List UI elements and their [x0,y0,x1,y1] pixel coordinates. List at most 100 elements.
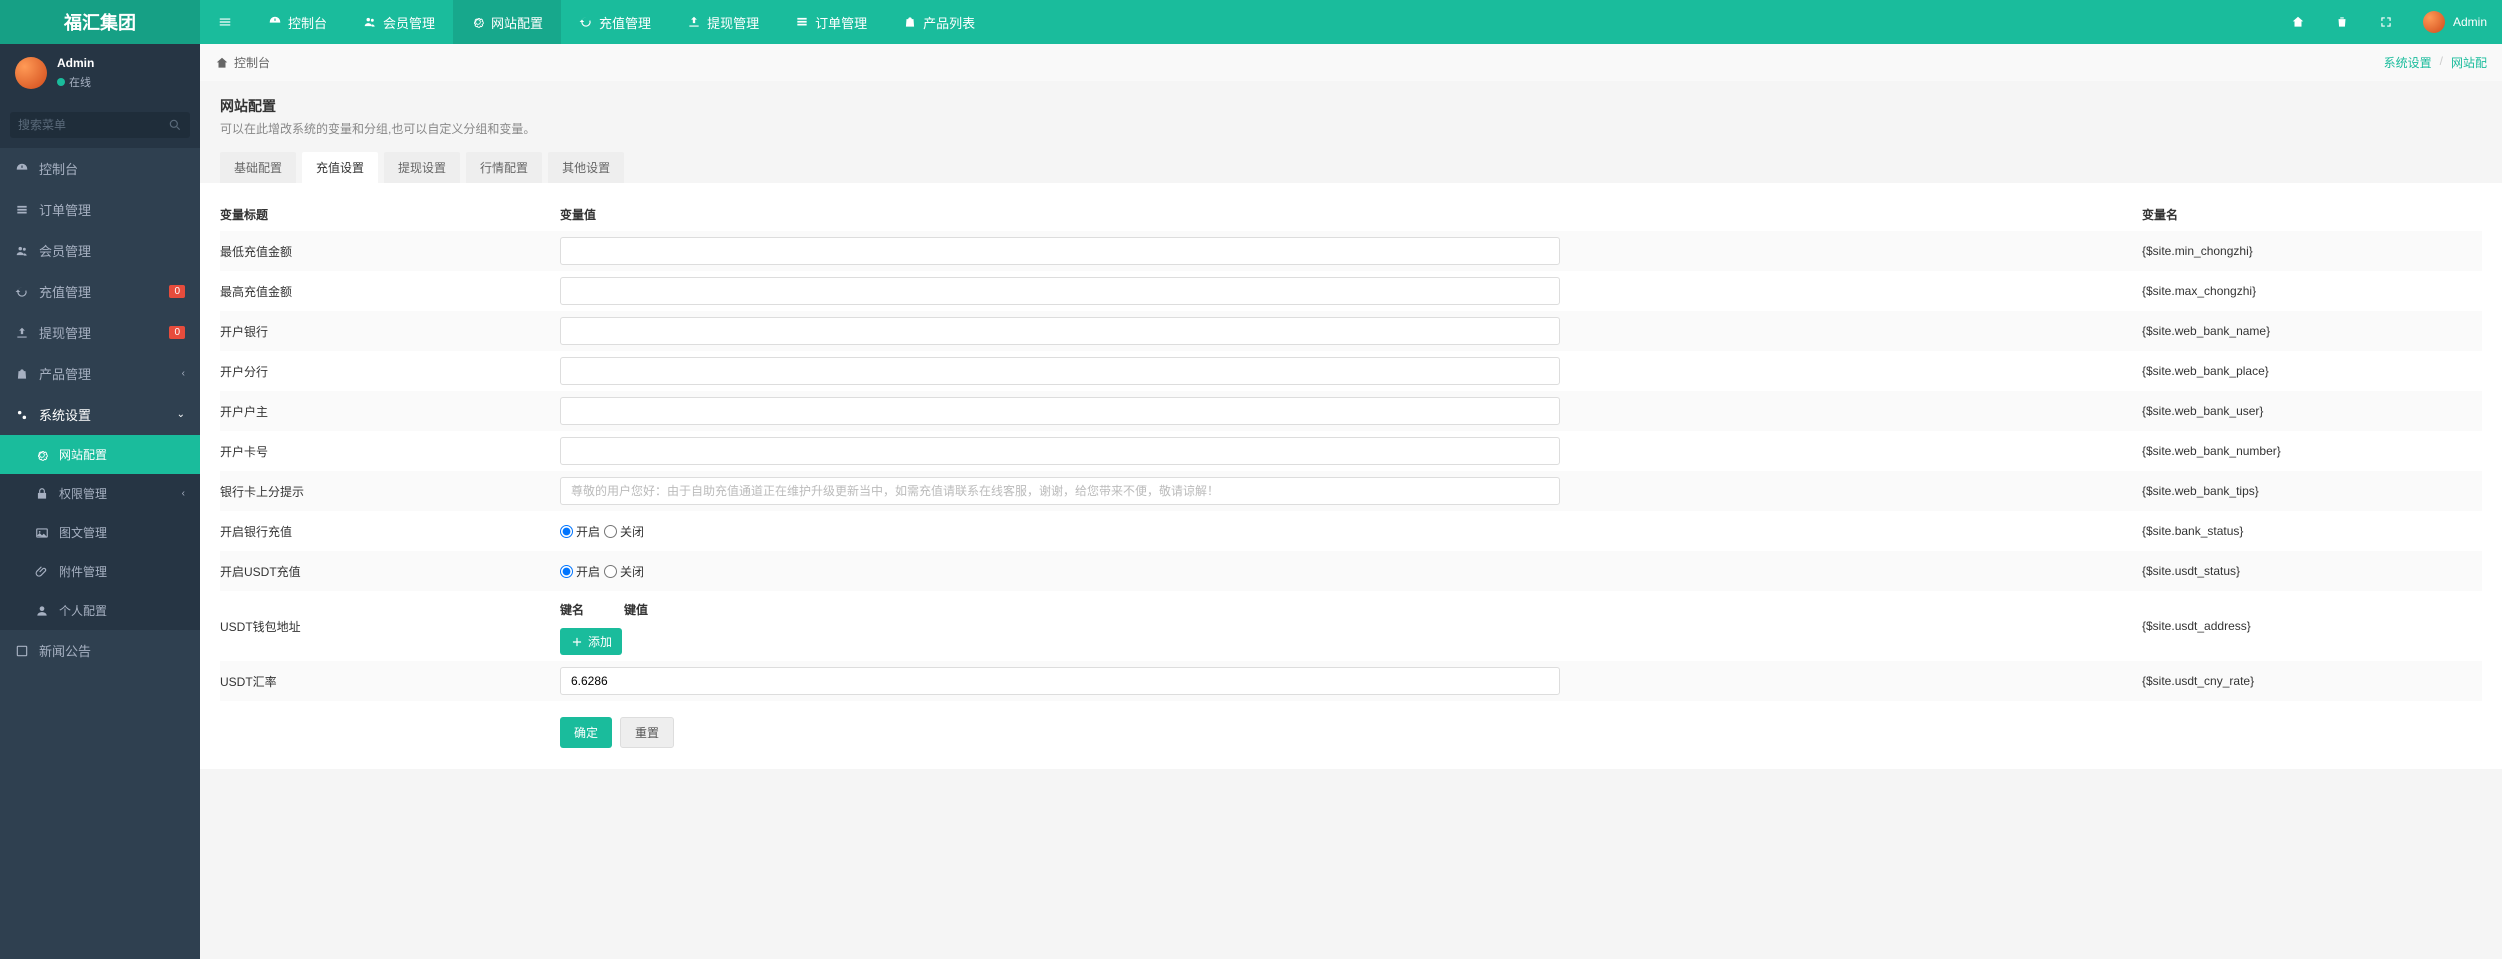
sidebar-item-网站配置[interactable]: 网站配置 [0,435,200,474]
home-icon [2291,15,2305,29]
topnav-refresh[interactable]: 充值管理 [561,0,669,44]
bag-icon [15,367,29,381]
input-6[interactable] [560,477,1560,505]
topnav-users[interactable]: 会员管理 [345,0,453,44]
row-var: {$site.usdt_address} [2142,619,2482,633]
input-3[interactable] [560,357,1560,385]
input-2[interactable] [560,317,1560,345]
add-kv-button[interactable]: 添加 [560,628,622,655]
users-icon [363,15,377,29]
status-dot-icon [57,78,65,86]
row-label: USDT汇率 [220,673,560,690]
sidebar-item-新闻公告[interactable]: 新闻公告 [0,630,200,671]
image-icon [35,526,49,540]
row-label: 银行卡上分提示 [220,483,560,500]
input-0[interactable] [560,237,1560,265]
tab-0[interactable]: 基础配置 [220,152,296,183]
sidebar: Admin 在线 控制台订单管理会员管理充值管理0提现管理0产品管理‹系统设置⌄… [0,44,200,959]
badge: 0 [169,326,185,339]
page-desc: 可以在此增改系统的变量和分组,也可以自定义分组和变量。 [220,120,2482,137]
chevron-left-icon: ‹ [182,368,185,379]
radio-option[interactable]: 开启 [560,523,600,540]
sidebar-item-图文管理[interactable]: 图文管理 [0,513,200,552]
form-row: 最低充值金额 {$site.min_chongzhi} [220,231,2482,271]
tab-3[interactable]: 行情配置 [466,152,542,183]
input-10[interactable] [560,667,1560,695]
row-label: 最低充值金额 [220,243,560,260]
topnav-dashboard[interactable]: 控制台 [250,0,345,44]
brand-logo[interactable]: 福汇集团 [0,0,200,44]
sidebar-item-订单管理[interactable]: 订单管理 [0,189,200,230]
sidebar-item-权限管理[interactable]: 权限管理‹ [0,474,200,513]
sidebar-item-产品管理[interactable]: 产品管理‹ [0,353,200,394]
row-var: {$site.web_bank_name} [2142,324,2482,338]
dashboard-icon [268,15,282,29]
input-1[interactable] [560,277,1560,305]
home-button[interactable] [2276,0,2320,44]
cogs-icon [15,408,29,422]
breadcrumb-item[interactable]: 系统设置 [2384,54,2432,71]
row-label: 开户银行 [220,323,560,340]
page-header: 网站配置 可以在此增改系统的变量和分组,也可以自定义分组和变量。 [200,81,2502,147]
row-label: 最高充值金额 [220,283,560,300]
row-label: 开启USDT充值 [220,563,560,580]
input-5[interactable] [560,437,1560,465]
breadcrumb-item[interactable]: 网站配 [2451,54,2487,71]
input-4[interactable] [560,397,1560,425]
clear-cache-button[interactable] [2320,0,2364,44]
sidebar-item-系统设置[interactable]: 系统设置⌄ [0,394,200,435]
chevron-down-icon: ⌄ [177,409,185,420]
topnav-bag[interactable]: 产品列表 [885,0,993,44]
breadcrumb-home[interactable]: 控制台 [234,54,270,71]
tab-1[interactable]: 充值设置 [302,152,378,183]
sidebar-item-提现管理[interactable]: 提现管理0 [0,312,200,353]
sidebar-item-控制台[interactable]: 控制台 [0,148,200,189]
tab-2[interactable]: 提现设置 [384,152,460,183]
row-label: 开户户主 [220,403,560,420]
fullscreen-button[interactable] [2364,0,2408,44]
form-row: USDT汇率 {$site.usdt_cny_rate} [220,661,2482,701]
tab-4[interactable]: 其他设置 [548,152,624,183]
topnav-gear[interactable]: 网站配置 [453,0,561,44]
sidebar-item-充值管理[interactable]: 充值管理0 [0,271,200,312]
form-row: 开户银行 {$site.web_bank_name} [220,311,2482,351]
topnav-upload[interactable]: 提现管理 [669,0,777,44]
row-label: 开户卡号 [220,443,560,460]
page-title: 网站配置 [220,96,2482,116]
paperclip-icon [35,565,49,579]
sidebar-item-附件管理[interactable]: 附件管理 [0,552,200,591]
sidebar-item-会员管理[interactable]: 会员管理 [0,230,200,271]
radio-option[interactable]: 关闭 [604,563,644,580]
kv-key-header: 键名 [560,601,584,618]
refresh-icon [579,15,593,29]
search-input[interactable] [10,112,190,138]
tabs: 基础配置充值设置提现设置行情配置其他设置 [200,147,2502,183]
sidebar-item-个人配置[interactable]: 个人配置 [0,591,200,630]
user-name-top: Admin [2453,15,2487,29]
row-var: {$site.web_bank_number} [2142,444,2482,458]
table-header: 变量标题 变量值 变量名 [220,198,2482,231]
bag-icon [903,15,917,29]
sidebar-user-status: 在线 [57,74,94,90]
radio-option[interactable]: 开启 [560,563,600,580]
row-var: {$site.min_chongzhi} [2142,244,2482,258]
row-var: {$site.bank_status} [2142,524,2482,538]
search-icon[interactable] [168,118,182,132]
content: 控制台 系统设置 / 网站配 网站配置 可以在此增改系统的变量和分组,也可以自定… [200,44,2502,769]
form-row: USDT钱包地址键名键值添加{$site.usdt_address} [220,591,2482,661]
topnav-list[interactable]: 订单管理 [777,0,885,44]
radio-option[interactable]: 关闭 [604,523,644,540]
bars-icon [218,15,232,29]
kv-value-header: 键值 [624,601,648,618]
reset-button[interactable]: 重置 [620,717,674,748]
form-row: 开户卡号 {$site.web_bank_number} [220,431,2482,471]
user-menu[interactable]: Admin [2408,0,2502,44]
list-icon [15,203,29,217]
sidebar-toggle[interactable] [200,0,250,44]
user-panel: Admin 在线 [0,44,200,102]
row-var: {$site.usdt_cny_rate} [2142,674,2482,688]
header-value: 变量值 [560,206,2142,223]
submit-button[interactable]: 确定 [560,717,612,748]
sidebar-user-name: Admin [57,56,94,70]
form-panel: 变量标题 变量值 变量名 最低充值金额{$site.min_chongzhi}最… [200,183,2502,769]
